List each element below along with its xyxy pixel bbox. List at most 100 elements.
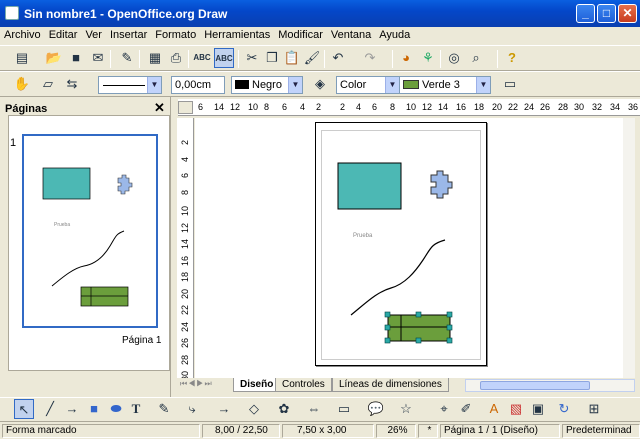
align-icon[interactable]: ⊞ [584,399,604,419]
menu-editar[interactable]: Editar [45,27,82,41]
flowchart-icon[interactable]: ▭ [334,399,354,419]
area-style-select[interactable]: Color ▼ [336,76,400,94]
from-file-icon[interactable]: ▧ [506,399,526,419]
v-ruler-tick: 20 [180,288,190,299]
page-number: 1 [10,137,17,149]
line-icon[interactable]: ▱ [38,74,58,94]
stars-icon[interactable]: ☆ [396,399,416,419]
text-tool-icon[interactable]: T [126,399,146,419]
tab-lineas-dimensiones[interactable]: Líneas de dimensiones [332,378,449,392]
tab-nav-arrows[interactable]: ⏮◀▶⏭ [180,379,213,389]
drawing-canvas[interactable]: Prueba [195,118,635,378]
ellipse-icon[interactable]: ⬬ [106,399,126,419]
h-ruler-tick: 6 [372,102,378,112]
rectangle-icon[interactable]: ■ [84,399,104,419]
spellcheck-icon[interactable]: ABC [192,48,212,68]
h-ruler-tick: 12 [422,102,433,112]
callouts-icon[interactable]: 💬 [366,399,386,419]
page-thumbnail[interactable]: Prueba [22,134,158,328]
v-ruler-tick: 28 [180,354,190,365]
freeform-curve [350,239,446,316]
arrow-line-icon[interactable]: → [62,399,82,419]
tab-controles[interactable]: Controles [275,378,332,392]
close-button[interactable]: ✕ [618,4,637,23]
canvas-sample-text: Prueba [353,233,373,239]
pages-panel-title: Páginas [5,103,48,115]
shadow-icon[interactable]: ▭ [500,74,520,94]
paste-icon[interactable]: 📋 [282,48,302,68]
splitter[interactable] [170,97,176,397]
cut-icon[interactable]: ✂ [242,48,262,68]
status-style: Predeterminad [562,424,640,438]
points-icon[interactable]: ⌖ [434,399,454,419]
horizontal-scrollbar[interactable] [465,379,635,392]
scroll-thumb[interactable] [480,381,590,390]
gallery-icon[interactable]: ▣ [528,399,548,419]
lines-arrows-icon[interactable]: → [214,399,234,419]
new-doc-icon[interactable]: ▤ [12,48,32,68]
line-color-swatch [235,80,249,89]
help-icon[interactable]: ? [502,48,522,68]
navigator-icon[interactable]: ◎ [444,48,464,68]
area-color-select[interactable]: Verde 3 ▼ [399,76,491,94]
h-ruler-tick: 18 [474,102,485,112]
arrow-style-icon[interactable]: ⇆ [62,74,82,94]
curve-icon[interactable]: ✎ [154,399,174,419]
email-icon[interactable]: ✉ [88,48,108,68]
gallery-icon[interactable]: ⚘ [418,48,438,68]
save-icon[interactable]: ■ [66,48,86,68]
line-color-select[interactable]: Negro ▼ [231,76,303,94]
minimize-button[interactable]: _ [576,4,595,23]
h-ruler-tick: 30 [574,102,585,112]
edit-file-icon[interactable]: ✎ [117,48,137,68]
h-ruler-tick: 10 [248,102,259,112]
menu-insertar[interactable]: Insertar [106,27,151,41]
status-modified: * [418,424,438,438]
area-color-swatch [403,80,419,89]
chart-icon[interactable]: ◕ [396,48,416,68]
status-zoom[interactable]: 26% [376,424,416,438]
symbol-shapes-icon[interactable]: ✿ [274,399,294,419]
v-ruler-ticks: 2 4 6 8 10 12 14 16 18 20 22 24 26 28 30 [177,118,194,381]
menu-ver[interactable]: Ver [81,27,106,41]
line-tool-icon[interactable]: ╱ [40,399,60,419]
clone-format-icon[interactable]: 🖌 [302,48,322,68]
fontwork-icon[interactable]: A [484,399,504,419]
menu-archivo[interactable]: Archivo [0,27,45,41]
tab-diseno[interactable]: Diseño [233,378,281,392]
menu-modificar[interactable]: Modificar [274,27,327,41]
basic-shapes-icon[interactable]: ◇ [244,399,264,419]
glue-points-icon[interactable]: ✐ [456,399,476,419]
menu-formato[interactable]: Formato [151,27,200,41]
h-ruler-tick: 36 [628,102,639,112]
open-folder-icon[interactable]: 📂 [44,48,64,68]
h-ruler-tick: 4 [300,102,306,112]
v-ruler-tick: 18 [180,272,190,283]
thumb-sample-text: Prueba [54,222,71,228]
styles-icon[interactable]: ✋ [12,74,32,94]
zoom-icon[interactable]: ⌕ [466,48,486,68]
block-arrows-icon[interactable]: ⇔ [304,399,324,419]
green-rectangle [387,314,451,342]
h-ruler-tick: 26 [540,102,551,112]
redo-icon[interactable]: ↷ [360,48,380,68]
undo-icon[interactable]: ↶ [328,48,348,68]
maximize-button[interactable]: □ [597,4,616,23]
connector-icon[interactable]: ⤷ [182,399,202,419]
menu-ventana[interactable]: Ventana [327,27,375,41]
menu-ayuda[interactable]: Ayuda [375,27,414,41]
vertical-ruler: 2 4 6 8 10 12 14 16 18 20 22 24 26 28 30 [177,118,194,381]
rotate-icon[interactable]: ↻ [554,399,574,419]
line-width-field[interactable]: 0,00cm [171,76,225,94]
copy-icon[interactable]: ❐ [262,48,282,68]
menu-herramientas[interactable]: Herramientas [200,27,274,41]
h-ruler-tick: 22 [508,102,519,112]
select-arrow-icon[interactable]: ↖ [14,399,34,419]
export-pdf-icon[interactable]: ▦ [145,48,165,68]
print-icon[interactable]: ⎙ [166,48,186,68]
close-icon[interactable]: ✕ [154,100,165,116]
auto-spellcheck-icon[interactable]: ABC [214,48,234,68]
area-fill-icon[interactable]: ◈ [310,74,330,94]
vertical-scrollbar[interactable] [623,118,635,378]
line-style-select[interactable]: ▼ [98,76,162,94]
